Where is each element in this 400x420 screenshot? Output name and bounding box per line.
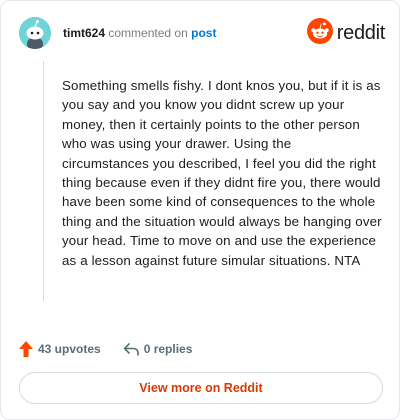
reply-arrow-icon bbox=[123, 342, 139, 356]
reply-count: 0 replies bbox=[143, 342, 193, 356]
upvote-count: 43 upvotes bbox=[38, 342, 101, 356]
reddit-wordmark: reddit bbox=[336, 21, 386, 44]
post-link[interactable]: post bbox=[191, 26, 216, 40]
reddit-brand[interactable]: reddit bbox=[306, 17, 386, 49]
embedded-comment-card: timt624 commented on post reddit Somethi… bbox=[0, 0, 400, 420]
comment-header: timt624 commented on post reddit bbox=[19, 17, 385, 51]
comment-actions: 43 upvotes 0 replies bbox=[19, 340, 192, 358]
view-more-button[interactable]: View more on Reddit bbox=[19, 372, 383, 404]
reply-button[interactable]: 0 replies bbox=[123, 342, 193, 356]
snoo-avatar-icon[interactable] bbox=[19, 17, 51, 49]
reddit-logo-icon bbox=[306, 17, 333, 49]
comment-body: Something smells fishy. I dont knos you,… bbox=[62, 78, 382, 268]
comment-author[interactable]: timt624 bbox=[63, 26, 105, 40]
upvote-button[interactable]: 43 upvotes bbox=[19, 341, 101, 357]
comment-meta: timt624 commented on post bbox=[63, 26, 216, 40]
comment-thread-line bbox=[43, 61, 44, 301]
upvote-arrow-icon bbox=[19, 341, 33, 357]
commented-on-text: commented on bbox=[108, 26, 188, 40]
